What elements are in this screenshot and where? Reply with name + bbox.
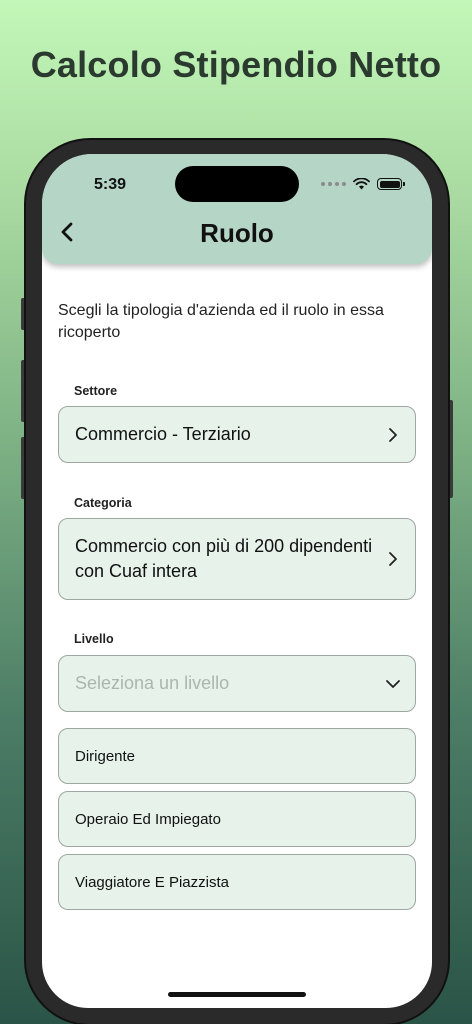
livello-option-viaggiatore[interactable]: Viaggiatore E Piazzista [58, 854, 416, 910]
status-icons [321, 178, 405, 190]
home-indicator[interactable] [168, 992, 306, 997]
livello-placeholder: Seleziona un livello [75, 673, 230, 693]
dynamic-island [175, 166, 299, 202]
option-label: Viaggiatore E Piazzista [75, 873, 229, 891]
option-label: Operaio Ed Impiegato [75, 810, 221, 828]
categoria-label: Categoria [74, 496, 132, 510]
chevron-right-icon [389, 427, 397, 442]
settore-value: Commercio - Terziario [75, 424, 251, 444]
wifi-icon [353, 178, 370, 190]
option-label: Dirigente [75, 747, 136, 765]
livello-option-operaio[interactable]: Operaio Ed Impiegato [58, 791, 416, 847]
battery-icon [377, 178, 405, 190]
livello-dropdown[interactable]: Seleziona un livello [58, 655, 416, 712]
intro-text: Scegli la tipologia d'azienda ed il ruol… [58, 302, 384, 341]
navigation-bar: 5:39 Ruolo [42, 154, 432, 264]
categoria-select[interactable]: Commercio con più di 200 dipendenti con … [58, 518, 416, 600]
signal-icon [321, 182, 346, 186]
settore-label: Settore [74, 384, 118, 398]
status-time: 5:39 [94, 176, 127, 193]
chevron-down-icon [386, 679, 400, 688]
settore-select[interactable]: Commercio - Terziario [58, 406, 416, 463]
chevron-right-icon [389, 552, 397, 566]
livello-label: Livello [74, 632, 114, 646]
phone-screen: 5:39 Ruolo Scegli la tipologia d'azienda… [42, 154, 432, 1008]
categoria-value: Commercio con più di 200 dipendenti con … [75, 536, 373, 581]
livello-option-dirigente[interactable]: Dirigente [58, 728, 416, 784]
promo-headline: Calcolo Stipendio Netto [30, 44, 442, 85]
page-title: Ruolo [200, 218, 274, 248]
